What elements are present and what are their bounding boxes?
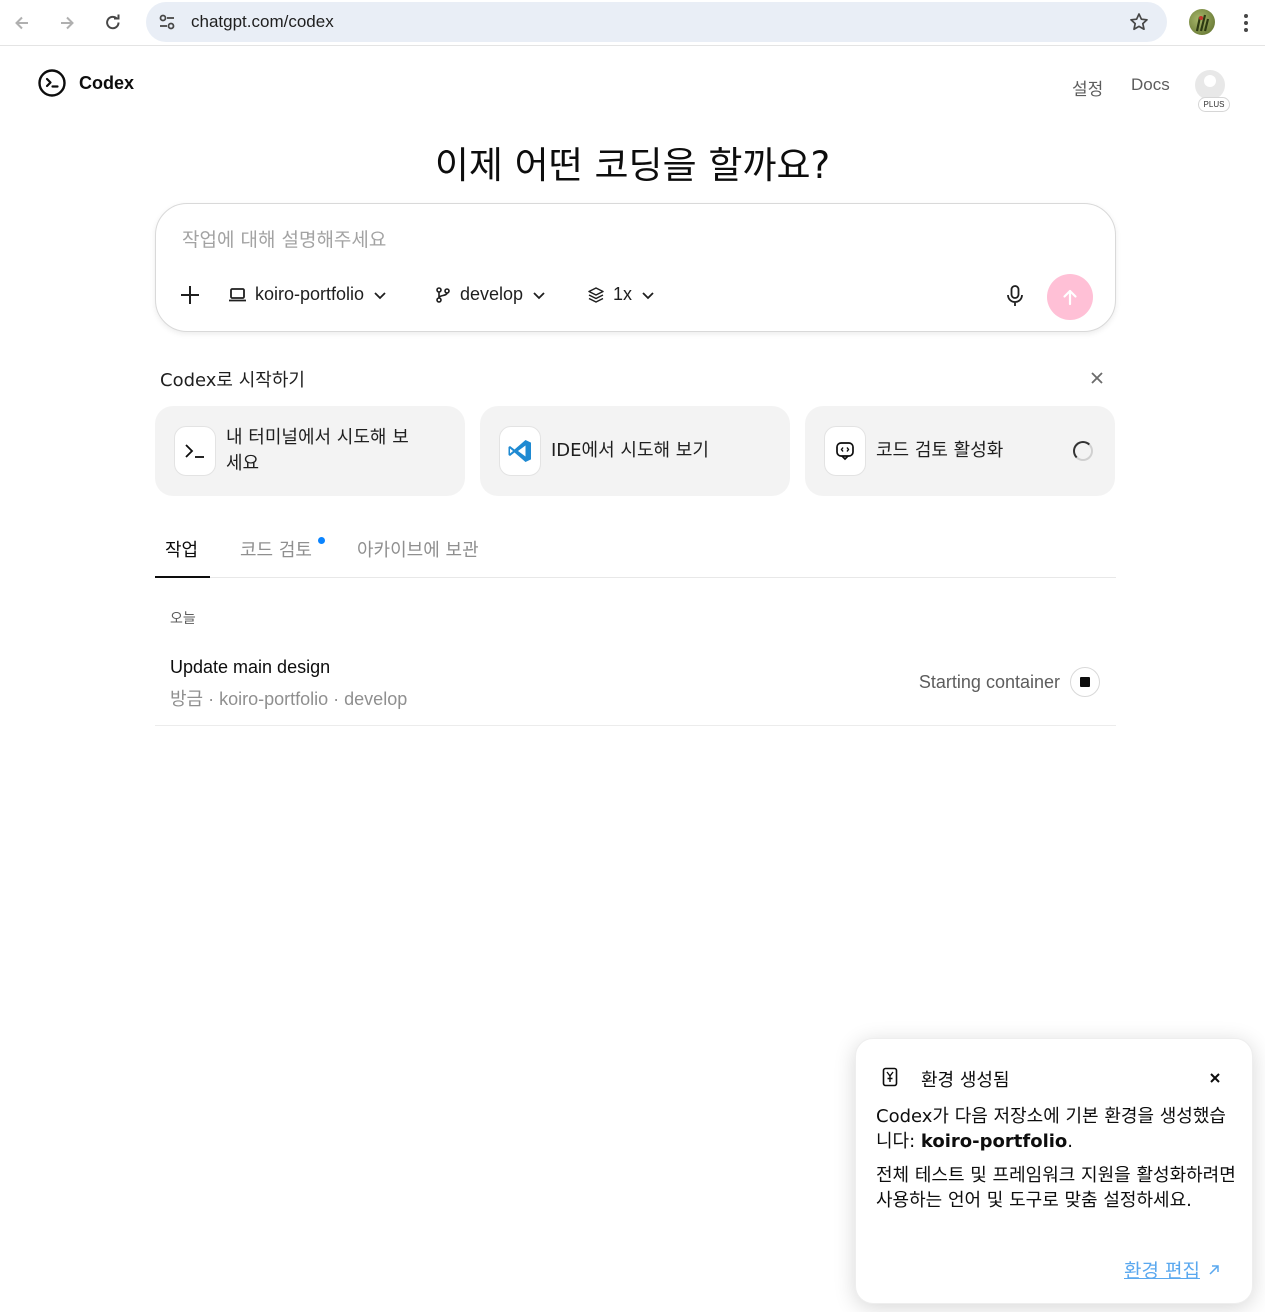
vscode-icon: [499, 426, 541, 476]
branch-name: develop: [460, 284, 524, 304]
tab-tasks[interactable]: 작업: [165, 536, 198, 562]
task-input[interactable]: 작업에 대해 설명해주세요: [182, 225, 386, 252]
url-text[interactable]: chatgpt.com/codex: [191, 12, 334, 32]
branch-selector[interactable]: develop: [434, 284, 547, 305]
settings-link[interactable]: 설정: [1072, 75, 1103, 100]
environment-created-toast: 환경 생성됨 Codex가 다음 저장소에 기본 환경을 생성했습니다: koi…: [855, 1038, 1253, 1304]
user-avatar[interactable]: [1195, 70, 1225, 100]
card-label: 내 터미널에서 시도해 보세요: [226, 427, 409, 474]
task-composer[interactable]: 작업에 대해 설명해주세요 koiro-portfolio develop 1x: [155, 203, 1116, 332]
chevron-down-icon: [642, 291, 654, 299]
send-button[interactable]: [1047, 274, 1093, 320]
tab-archive[interactable]: 아카이브에 보관: [357, 536, 479, 562]
close-icon[interactable]: [1088, 369, 1106, 391]
git-branch-icon: [436, 286, 450, 303]
task-status: Starting container: [918, 672, 1060, 692]
code-review-icon: [824, 426, 866, 476]
task-tabs: 작업 코드 검토 아카이브에 보관: [155, 530, 1116, 578]
docs-link[interactable]: Docs: [1131, 75, 1170, 95]
card-label: 코드 검토 활성화: [876, 440, 1004, 461]
repo-name: koiro-portfolio: [920, 1131, 1068, 1152]
repo-selector[interactable]: koiro-portfolio: [228, 284, 388, 305]
card-enable-code-review[interactable]: 코드 검토 활성화: [805, 406, 1115, 496]
task-title[interactable]: Update main design: [170, 657, 330, 678]
chevron-down-icon: [374, 291, 386, 299]
browser-menu-icon[interactable]: [1237, 10, 1255, 36]
task-row[interactable]: Update main design 방금 · koiro-portfolio …: [155, 645, 1116, 726]
site-settings-icon[interactable]: [158, 13, 176, 35]
active-tab-indicator: [155, 576, 210, 578]
task-group-label: 오늘: [170, 611, 196, 627]
layers-icon: [588, 286, 604, 303]
page-title: 이제 어떤 코딩을 할까요?: [434, 144, 831, 187]
environment-icon: [881, 1067, 899, 1091]
close-icon[interactable]: [1208, 1070, 1222, 1089]
browser-toolbar: chatgpt.com/codex: [0, 0, 1265, 46]
stop-icon: [1080, 677, 1090, 687]
card-try-terminal[interactable]: 내 터미널에서 시도해 보세요: [155, 406, 465, 496]
codex-logo[interactable]: Codex: [38, 69, 134, 97]
plan-badge: PLUS: [1198, 97, 1230, 112]
toast-heading: 환경 생성됨: [921, 1070, 1010, 1091]
bookmark-star-icon[interactable]: [1129, 12, 1149, 36]
chevron-down-icon: [533, 291, 545, 299]
external-link-icon: [1209, 1264, 1219, 1275]
codex-logo-icon: [38, 69, 66, 97]
repo-name: koiro-portfolio: [255, 284, 365, 304]
microphone-icon[interactable]: [1004, 284, 1026, 312]
app-name: Codex: [79, 72, 135, 93]
edit-environment-link[interactable]: 환경 편집: [1124, 1256, 1220, 1283]
forward-arrow-icon[interactable]: [53, 9, 81, 37]
task-meta: 방금 · koiro-portfolio · develop: [170, 689, 408, 709]
back-arrow-icon[interactable]: [8, 9, 36, 37]
toast-hint: 전체 테스트 및 프레임워크 지원을 활성화하려면 사용하는 언어 및 도구로 …: [876, 1165, 1236, 1211]
reload-icon[interactable]: [99, 9, 127, 37]
tab-code-review[interactable]: 코드 검토: [240, 536, 312, 562]
browser-profile-avatar[interactable]: [1189, 9, 1215, 35]
stop-task-button[interactable]: [1070, 667, 1100, 697]
versions-selector[interactable]: 1x: [587, 284, 656, 305]
address-bar[interactable]: chatgpt.com/codex: [146, 2, 1167, 42]
toast-message: Codex가 다음 저장소에 기본 환경을 생성했습니다: koiro-port…: [876, 1106, 1226, 1152]
card-label: IDE에서 시도해 보기: [551, 440, 709, 461]
notification-dot: [318, 537, 325, 544]
versions-count: 1x: [613, 284, 633, 304]
terminal-icon: [174, 426, 216, 476]
get-started-heading: Codex로 시작하기: [160, 370, 305, 391]
card-try-ide[interactable]: IDE에서 시도해 보기: [480, 406, 790, 496]
laptop-icon: [229, 287, 246, 301]
arrow-up-icon: [1063, 289, 1077, 306]
loading-spinner-icon: [1073, 441, 1093, 461]
add-attachment-button[interactable]: [179, 284, 201, 310]
